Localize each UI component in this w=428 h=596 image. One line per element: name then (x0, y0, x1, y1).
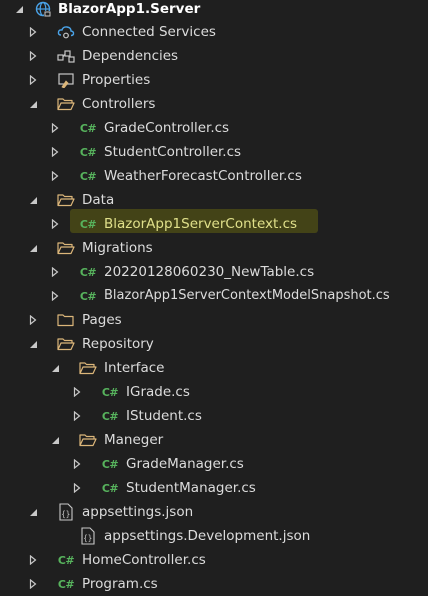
collapsed-chevron-icon[interactable] (26, 68, 40, 92)
tree-item-gradecontroller[interactable]: C# GradeController.cs (0, 116, 428, 140)
csharp-file-icon: C# (79, 145, 97, 159)
tree-item-label: GradeController.cs (104, 120, 230, 136)
tree-item-blazorapp1servercontext[interactable]: C# BlazorApp1ServerContext.cs (0, 212, 428, 236)
tree-item-label: 20220128060230_NewTable.cs (104, 264, 315, 280)
collapsed-chevron-icon[interactable] (70, 404, 84, 428)
tree-item-label: Migrations (82, 240, 153, 256)
tree-item-properties[interactable]: Properties (0, 68, 428, 92)
tree-item-label: Maneger (104, 432, 164, 448)
folder-open-icon (55, 332, 77, 356)
expanded-chevron-icon[interactable] (48, 356, 62, 380)
tree-item-studentcontroller[interactable]: C# StudentController.cs (0, 140, 428, 164)
tree-item-label: HomeController.cs (82, 552, 206, 568)
tree-item-label: appsettings.json (82, 504, 194, 520)
dependencies-icon (55, 44, 77, 68)
csharp-file-icon: C# (101, 457, 119, 471)
folder-open-icon (77, 356, 99, 380)
tree-item-label: StudentController.cs (104, 144, 242, 160)
tree-item-label: StudentManager.cs (126, 480, 256, 496)
project-node[interactable]: BlazorApp1.Server (0, 0, 428, 21)
tree-item-label: Pages (82, 312, 122, 328)
collapsed-chevron-icon[interactable] (26, 548, 40, 572)
csharp-file-icon: C# (79, 121, 97, 135)
tree-item-label: GradeManager.cs (126, 456, 244, 472)
tree-item-interface-folder[interactable]: Interface (0, 356, 428, 380)
tree-item-studentmanager[interactable]: C# StudentManager.cs (0, 476, 428, 500)
json-file-icon: {} (77, 524, 99, 548)
collapsed-chevron-icon[interactable] (48, 164, 62, 188)
expanded-chevron-icon[interactable] (26, 188, 40, 212)
expanded-chevron-icon[interactable] (26, 500, 40, 524)
tree-item-label: Repository (82, 336, 154, 352)
csharp-file-icon: C# (57, 577, 75, 591)
csharp-file-icon: C# (79, 265, 97, 279)
json-file-icon: {} (55, 500, 77, 524)
collapsed-chevron-icon[interactable] (26, 572, 40, 596)
properties-icon (55, 68, 77, 92)
tree-item-appsettings[interactable]: {} appsettings.json (0, 500, 428, 524)
tree-item-homecontroller[interactable]: C# HomeController.cs (0, 548, 428, 572)
csharp-file-icon: C# (57, 553, 75, 567)
csharp-file-icon: C# (101, 481, 119, 495)
svg-text:{}: {} (61, 510, 70, 519)
folder-icon (55, 308, 77, 332)
tree-item-model-snapshot[interactable]: C# BlazorApp1ServerContextModelSnapshot.… (0, 284, 428, 308)
tree-item-appsettings-development[interactable]: {} appsettings.Development.json (0, 524, 428, 548)
connected-services-icon (55, 20, 77, 44)
tree-item-label: Dependencies (82, 48, 179, 64)
tree-item-migrations-folder[interactable]: Migrations (0, 236, 428, 260)
collapsed-chevron-icon[interactable] (70, 452, 84, 476)
collapsed-chevron-icon[interactable] (48, 284, 62, 308)
tree-item-label: Interface (104, 360, 165, 376)
collapsed-chevron-icon[interactable] (48, 212, 62, 236)
csharp-file-icon: C# (101, 409, 119, 423)
web-project-icon (32, 0, 54, 21)
tree-item-label: Connected Services (82, 24, 216, 40)
tree-item-label: BlazorApp1ServerContextModelSnapshot.cs (104, 288, 390, 303)
tree-item-pages-folder[interactable]: Pages (0, 308, 428, 332)
folder-open-icon (55, 236, 77, 260)
expanded-chevron-icon[interactable] (48, 428, 62, 452)
collapsed-chevron-icon[interactable] (48, 260, 62, 284)
tree-item-maneger-folder[interactable]: Maneger (0, 428, 428, 452)
collapsed-chevron-icon[interactable] (26, 20, 40, 44)
collapsed-chevron-icon[interactable] (26, 44, 40, 68)
expanded-chevron-icon[interactable] (12, 0, 26, 21)
collapsed-chevron-icon[interactable] (48, 140, 62, 164)
tree-item-grademanager[interactable]: C# GradeManager.cs (0, 452, 428, 476)
tree-item-label: Controllers (82, 96, 156, 112)
tree-item-dependencies[interactable]: Dependencies (0, 44, 428, 68)
tree-item-controllers-folder[interactable]: Controllers (0, 92, 428, 116)
tree-item-connected-services[interactable]: Connected Services (0, 20, 428, 44)
folder-open-icon (55, 92, 77, 116)
tree-item-label: IStudent.cs (126, 408, 202, 424)
tree-item-weatherforecastcontroller[interactable]: C# WeatherForecastController.cs (0, 164, 428, 188)
csharp-file-icon: C# (79, 217, 97, 231)
project-name: BlazorApp1.Server (58, 1, 201, 17)
expanded-chevron-icon[interactable] (26, 92, 40, 116)
tree-item-label: appsettings.Development.json (104, 528, 311, 544)
tree-item-label: BlazorApp1ServerContext.cs (104, 216, 298, 232)
expanded-chevron-icon[interactable] (26, 332, 40, 356)
svg-text:{}: {} (83, 534, 92, 543)
collapsed-chevron-icon[interactable] (70, 380, 84, 404)
collapsed-chevron-icon[interactable] (26, 308, 40, 332)
tree-item-igrade[interactable]: C# IGrade.cs (0, 380, 428, 404)
tree-item-label: Program.cs (82, 576, 158, 592)
tree-item-migration-newtable[interactable]: C# 20220128060230_NewTable.cs (0, 260, 428, 284)
csharp-file-icon: C# (101, 385, 119, 399)
tree-item-repository-folder[interactable]: Repository (0, 332, 428, 356)
tree-item-label: Properties (82, 72, 151, 88)
folder-open-icon (77, 428, 99, 452)
tree-item-istudent[interactable]: C# IStudent.cs (0, 404, 428, 428)
tree-item-label: IGrade.cs (126, 384, 190, 400)
expanded-chevron-icon[interactable] (26, 236, 40, 260)
tree-item-program[interactable]: C# Program.cs (0, 572, 428, 596)
csharp-file-icon: C# (79, 169, 97, 183)
tree-item-label: WeatherForecastController.cs (104, 168, 302, 184)
collapsed-chevron-icon[interactable] (48, 116, 62, 140)
solution-explorer-tree: BlazorApp1.Server Connected Services Dep… (0, 0, 428, 595)
collapsed-chevron-icon[interactable] (70, 476, 84, 500)
csharp-file-icon: C# (79, 289, 97, 303)
